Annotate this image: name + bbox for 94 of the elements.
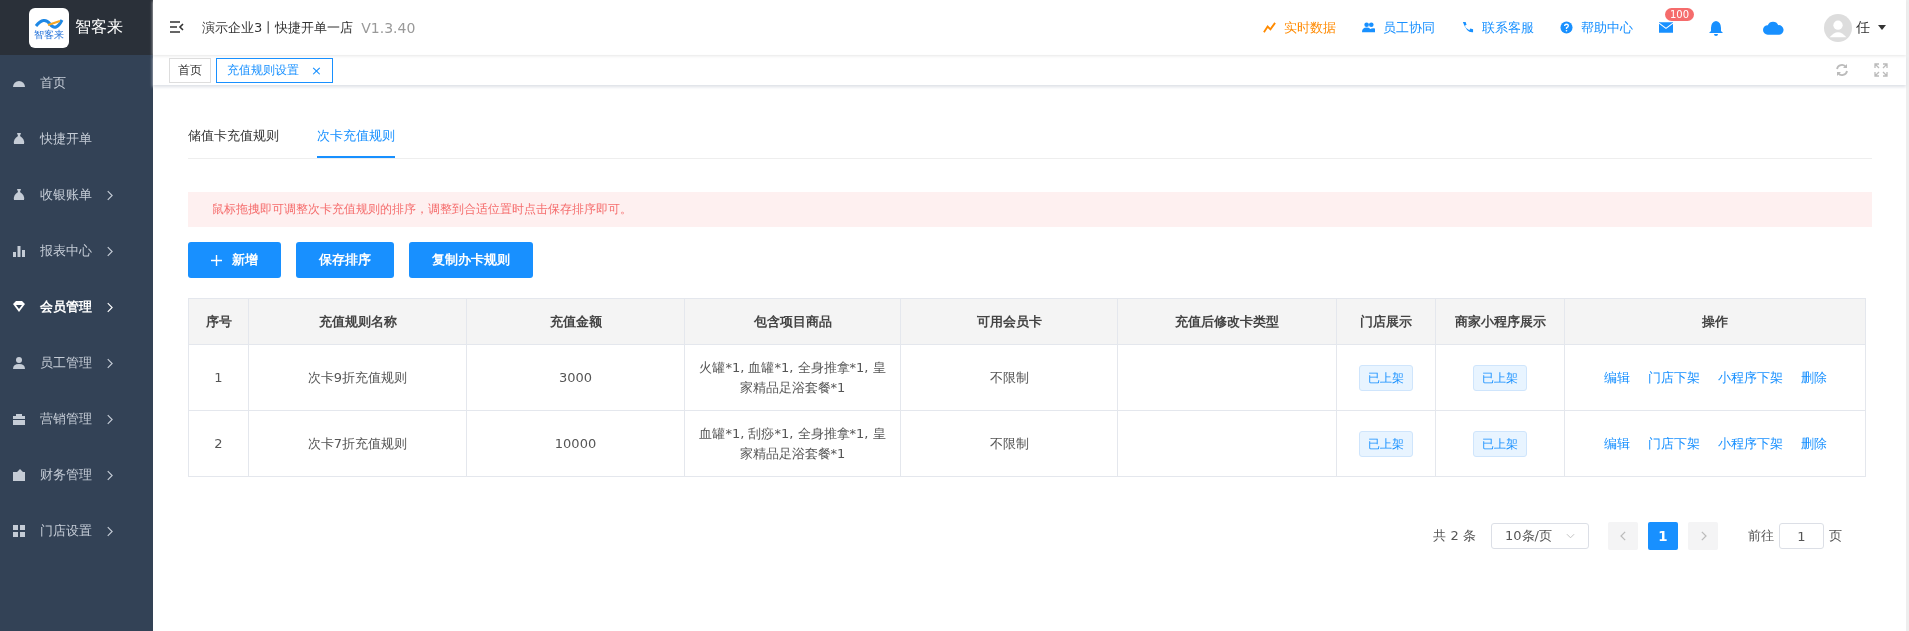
trend-line-icon: [1263, 21, 1276, 34]
money-bag-icon: [12, 132, 26, 146]
action-link[interactable]: 门店下架: [1647, 433, 1700, 454]
mail-icon[interactable]: [1659, 22, 1673, 33]
notification-badge: 100: [1665, 8, 1695, 21]
action-link[interactable]: 删除: [1800, 367, 1827, 388]
store-name: 演示企业3丨快捷开单一店: [202, 18, 354, 37]
person-icon: [12, 356, 26, 370]
status-tag: 已上架: [1473, 430, 1527, 457]
sidebar-item[interactable]: 收银账单: [0, 167, 153, 223]
plus-icon: [211, 254, 222, 266]
action-link[interactable]: 门店下架: [1647, 367, 1700, 388]
tab[interactable]: 储值卡充值规则: [188, 121, 279, 158]
chevron-right-icon: [106, 413, 113, 425]
chevron-right-icon: [106, 245, 113, 257]
bell-icon[interactable]: [1709, 19, 1723, 36]
action-button[interactable]: 新增: [188, 242, 281, 278]
info-alert: 鼠标拖拽即可调整次卡充值规则的排序，调整到合适位置时点击保存排序即可。: [188, 192, 1872, 227]
column-header: 门店展示: [1336, 298, 1436, 345]
action-link[interactable]: 小程序下架: [1717, 367, 1783, 388]
column-header: 商家小程序展示: [1435, 298, 1565, 345]
action-button[interactable]: 复制办卡规则: [409, 242, 533, 278]
table-cell: 次卡7折充值规则: [248, 410, 467, 477]
header-link[interactable]: 帮助中心: [1560, 18, 1633, 37]
table-cell: 不限制: [900, 344, 1118, 411]
table-cell: 3000: [466, 344, 685, 411]
table-cell: 次卡9折充值规则: [248, 344, 467, 411]
chevron-right-icon: [1699, 531, 1707, 541]
sidebar-item[interactable]: 门店设置: [0, 503, 153, 559]
total-count: 共 2 条: [1433, 527, 1476, 545]
table-cell: 1: [188, 344, 249, 411]
help-icon: [1560, 21, 1573, 34]
page-size-select[interactable]: 10条/页: [1491, 523, 1589, 549]
goto-label: 前往: [1748, 527, 1774, 545]
action-link[interactable]: 编辑: [1603, 367, 1630, 388]
sidebar-item[interactable]: 会员管理: [0, 279, 153, 335]
sidebar-item[interactable]: 报表中心: [0, 223, 153, 279]
diamond-icon: [12, 300, 26, 314]
bar-chart-icon: [12, 244, 26, 258]
money-bag-icon: [12, 188, 26, 202]
cloud-icon[interactable]: [1763, 20, 1784, 35]
sidebar-item[interactable]: 营销管理: [0, 391, 153, 447]
brand-name: 智客来: [75, 17, 123, 38]
chevron-right-icon: [106, 469, 113, 481]
table-cell: 10000: [466, 410, 685, 477]
grid-icon: [12, 524, 26, 538]
column-header: 充值后修改卡类型: [1117, 298, 1337, 345]
column-header: 充值规则名称: [248, 298, 467, 345]
table-cell: 2: [188, 410, 249, 477]
header-link[interactable]: 实时数据: [1263, 18, 1336, 37]
briefcase-icon: [12, 412, 26, 426]
action-button[interactable]: 保存排序: [296, 242, 394, 278]
action-link[interactable]: 编辑: [1603, 433, 1630, 454]
chevron-left-icon: [1619, 531, 1627, 541]
table-cell: 不限制: [900, 410, 1118, 477]
sidebar-item[interactable]: 快捷开单: [0, 111, 153, 167]
column-header: 充值金额: [466, 298, 685, 345]
tab[interactable]: 次卡充值规则: [317, 121, 395, 158]
close-icon[interactable]: ×: [311, 62, 322, 78]
page-unit: 页: [1829, 527, 1842, 545]
column-header: 操作: [1564, 298, 1866, 345]
status-tag: 已上架: [1473, 364, 1527, 391]
table-cell: 火罐*1, 血罐*1, 全身推拿*1, 皇家精品足浴套餐*1: [684, 344, 901, 411]
chevron-right-icon: [106, 357, 113, 369]
action-link[interactable]: 删除: [1800, 433, 1827, 454]
sidebar-item[interactable]: 首页: [0, 55, 153, 111]
column-header: 包含项目商品: [684, 298, 901, 345]
chevron-right-icon: [106, 301, 113, 313]
page-tab[interactable]: 首页: [169, 57, 211, 83]
column-header: 序号: [188, 298, 249, 345]
fullscreen-icon[interactable]: [1874, 63, 1888, 77]
chevron-right-icon: [106, 525, 113, 537]
user-name[interactable]: 任: [1856, 18, 1870, 37]
status-tag: 已上架: [1359, 430, 1413, 457]
chevron-right-icon: [106, 189, 113, 201]
sidebar-item[interactable]: 财务管理: [0, 447, 153, 503]
header-link[interactable]: 联系客服: [1461, 18, 1534, 37]
table-cell: 血罐*1, 刮痧*1, 全身推拿*1, 皇家精品足浴套餐*1: [684, 410, 901, 477]
refresh-icon[interactable]: [1835, 63, 1849, 77]
column-header: 可用会员卡: [900, 298, 1118, 345]
chevron-down-icon: [1565, 533, 1575, 539]
action-link[interactable]: 小程序下架: [1717, 433, 1783, 454]
menu-icon[interactable]: [169, 20, 185, 35]
page-tab[interactable]: 充值规则设置 ×: [216, 57, 333, 83]
version-label: V1.3.40: [361, 19, 416, 36]
people-icon: [1362, 21, 1375, 34]
sidebar-item[interactable]: 员工管理: [0, 335, 153, 391]
caret-down-icon[interactable]: [1878, 25, 1886, 30]
logo-text: 智客来: [34, 29, 64, 40]
header-link[interactable]: 员工协同: [1362, 18, 1435, 37]
phone-icon: [1461, 21, 1474, 34]
page-input[interactable]: 1: [1779, 523, 1824, 549]
page-number[interactable]: 1: [1648, 522, 1678, 550]
status-tag: 已上架: [1359, 364, 1413, 391]
